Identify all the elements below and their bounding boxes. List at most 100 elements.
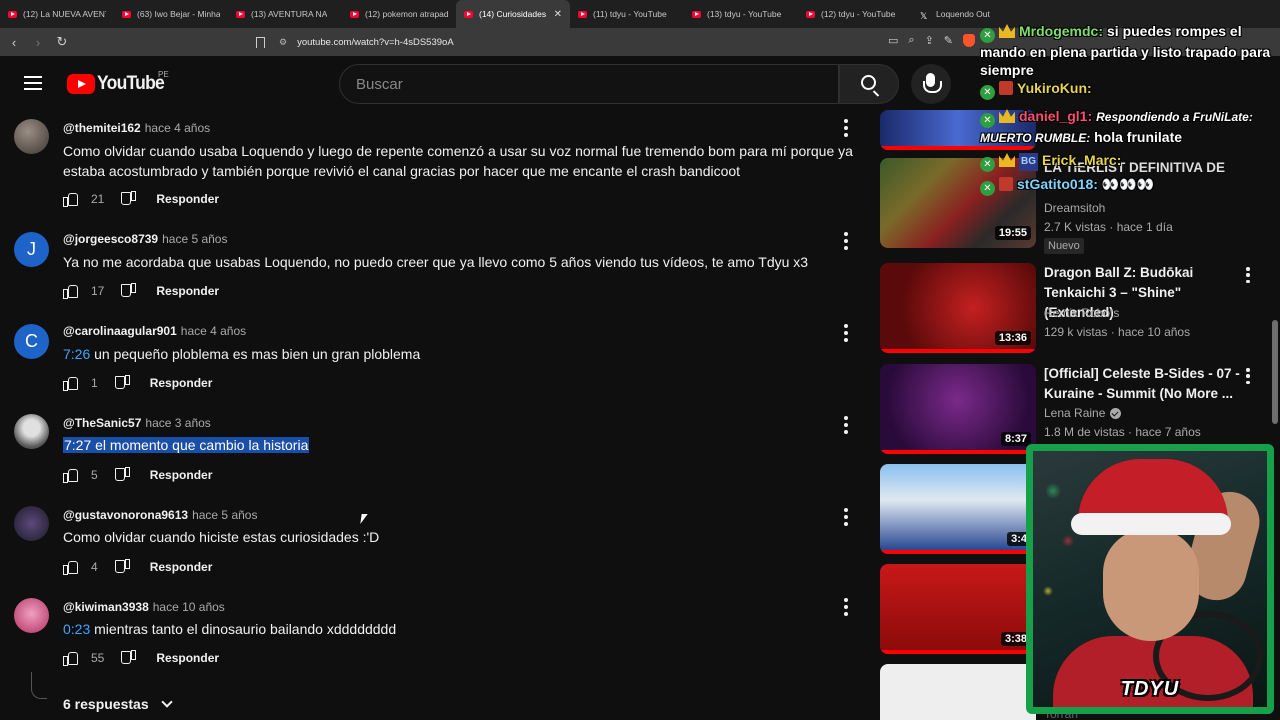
url-text[interactable]: youtube.com/watch?v=h-4sDS539oA	[297, 37, 454, 48]
tab-label: (13) tdyu - YouTube	[707, 9, 782, 19]
video-thumbnail[interactable]: 3:4	[880, 464, 1036, 554]
browser-tab-active[interactable]: (14) Curiosidades ✕	[456, 0, 570, 28]
show-replies-button[interactable]: 6 respuestas	[63, 696, 173, 712]
browser-tab[interactable]: (12) La NUEVA AVENT	[0, 0, 114, 28]
thread-connector	[31, 672, 47, 699]
reload-icon[interactable]: ↻	[52, 34, 72, 50]
like-icon[interactable]	[63, 560, 78, 575]
x-badge-icon: ✕	[980, 113, 995, 128]
crown-badge-icon	[999, 109, 1015, 123]
cast-icon[interactable]: ▭	[888, 34, 898, 47]
comment-text: Como olvidar cuando usaba Loquendo y lue…	[63, 143, 853, 179]
avatar[interactable]: C	[14, 324, 49, 359]
more-actions-icon[interactable]	[843, 232, 849, 250]
avatar[interactable]	[14, 598, 49, 633]
reply-button[interactable]: Responder	[156, 284, 219, 298]
pin-icon[interactable]: ✎	[944, 34, 953, 47]
browser-tab[interactable]: (11) tdyu - YouTube	[570, 0, 684, 28]
reply-button[interactable]: Responder	[150, 560, 213, 574]
country-code: PE	[158, 70, 169, 79]
avatar[interactable]: J	[14, 232, 49, 267]
scrollbar-thumb[interactable]	[1272, 320, 1278, 424]
more-actions-icon[interactable]	[843, 416, 849, 434]
comment-author[interactable]: @kiwiman3938	[63, 600, 149, 614]
comment-time[interactable]: hace 4 años	[181, 324, 246, 338]
forward-icon[interactable]: ›	[28, 35, 48, 50]
comment-timestamp-link[interactable]: 7:26	[63, 346, 90, 362]
reply-button[interactable]: Responder	[150, 376, 213, 390]
comment-time[interactable]: hace 5 años	[192, 508, 257, 522]
avatar[interactable]	[14, 119, 49, 154]
comment-author[interactable]: @gustavonorona9613	[63, 508, 188, 522]
dislike-icon[interactable]	[122, 192, 136, 206]
dislike-icon[interactable]	[116, 376, 130, 390]
site-info-icon[interactable]: ⚙	[279, 37, 287, 48]
like-icon[interactable]	[63, 284, 78, 299]
more-actions-icon[interactable]	[843, 119, 849, 137]
browser-tab[interactable]: (63) Iwo Bejar - Minha	[114, 0, 228, 28]
video-channel[interactable]: Remix Robots	[1044, 306, 1119, 320]
video-thumbnail[interactable]	[880, 664, 1036, 720]
zoom-icon[interactable]: ⌕	[908, 34, 914, 47]
video-title[interactable]: [Official] Celeste B-Sides - 07 - Kurain…	[1044, 364, 1244, 404]
like-icon[interactable]	[63, 651, 78, 666]
more-actions-icon[interactable]	[1246, 368, 1250, 384]
video-channel[interactable]: Lena Raine	[1044, 406, 1122, 420]
comment-author[interactable]: @jorgeesco8739	[63, 232, 158, 246]
menu-icon[interactable]	[24, 76, 42, 94]
search-button[interactable]	[839, 64, 899, 104]
comment-text: Ya no me acordaba que usabas Loquendo, n…	[63, 254, 809, 270]
browser-tab[interactable]: (12) pokemon atrapad	[342, 0, 456, 28]
video-channel[interactable]: Dreamsitoh	[1044, 201, 1105, 215]
like-icon[interactable]	[63, 468, 78, 483]
search-input[interactable]	[356, 75, 838, 93]
comment-author[interactable]: @TheSanic57	[63, 416, 141, 430]
voice-search-button[interactable]	[911, 64, 951, 104]
close-tab-icon[interactable]: ✕	[550, 9, 562, 20]
comment-time[interactable]: hace 5 años	[162, 232, 227, 246]
address-bar[interactable]: ⚙ youtube.com/watch?v=h-4sDS539oA	[256, 32, 976, 52]
dislike-icon[interactable]	[122, 651, 136, 665]
like-icon[interactable]	[63, 192, 78, 207]
comment-header: @TheSanic57 hace 3 años	[63, 416, 211, 430]
chat-message: ✕ Mrdogemdc: si puedes rompes el mando en …	[980, 22, 1276, 79]
share-icon[interactable]: ⇪	[925, 34, 934, 47]
x-badge-icon: ✕	[980, 28, 995, 43]
reply-button[interactable]: Responder	[150, 468, 213, 482]
dislike-icon[interactable]	[116, 468, 130, 482]
more-actions-icon[interactable]	[843, 508, 849, 526]
youtube-logo[interactable]: YouTube PE	[67, 70, 170, 95]
like-count: 55	[91, 651, 105, 665]
video-thumbnail[interactable]: 3:38	[880, 564, 1036, 654]
browser-tab[interactable]: (13) AVENTURA NA	[228, 0, 342, 28]
search-box[interactable]	[339, 64, 839, 104]
bookmark-icon[interactable]	[256, 36, 265, 48]
santa-hat-trim	[1071, 513, 1231, 535]
comment-time[interactable]: hace 10 años	[153, 600, 225, 614]
more-actions-icon[interactable]	[843, 598, 849, 616]
comment-author[interactable]: @themitei162	[63, 121, 141, 135]
youtube-icon	[350, 10, 359, 18]
comment-timestamp-link[interactable]: 0:23	[63, 621, 90, 637]
brave-shield-icon[interactable]	[963, 34, 976, 47]
comment-text: 0:23 mientras tanto el dinosaurio bailan…	[63, 619, 863, 639]
more-actions-icon[interactable]	[843, 324, 849, 342]
avatar[interactable]	[14, 506, 49, 541]
reply-button[interactable]: Responder	[156, 192, 219, 206]
dislike-icon[interactable]	[122, 284, 136, 298]
video-thumbnail[interactable]: 8:37	[880, 364, 1036, 454]
dislike-icon[interactable]	[116, 560, 130, 574]
browser-tab[interactable]: (13) tdyu - YouTube	[684, 0, 798, 28]
like-icon[interactable]	[63, 376, 78, 391]
reply-button[interactable]: Responder	[156, 651, 219, 665]
back-icon[interactable]: ‹	[4, 35, 24, 50]
comment-time[interactable]: hace 3 años	[145, 416, 210, 430]
verified-icon	[1110, 408, 1122, 420]
avatar[interactable]	[14, 414, 49, 449]
comment-author[interactable]: @carolinaagular901	[63, 324, 177, 338]
video-thumbnail[interactable]: 13:36	[880, 263, 1036, 353]
screen: (12) La NUEVA AVENT (63) Iwo Bejar - Min…	[0, 0, 1280, 720]
browser-tab[interactable]: (12) tdyu - YouTube	[798, 0, 912, 28]
more-actions-icon[interactable]	[1246, 267, 1250, 283]
comment-time[interactable]: hace 4 años	[145, 121, 210, 135]
